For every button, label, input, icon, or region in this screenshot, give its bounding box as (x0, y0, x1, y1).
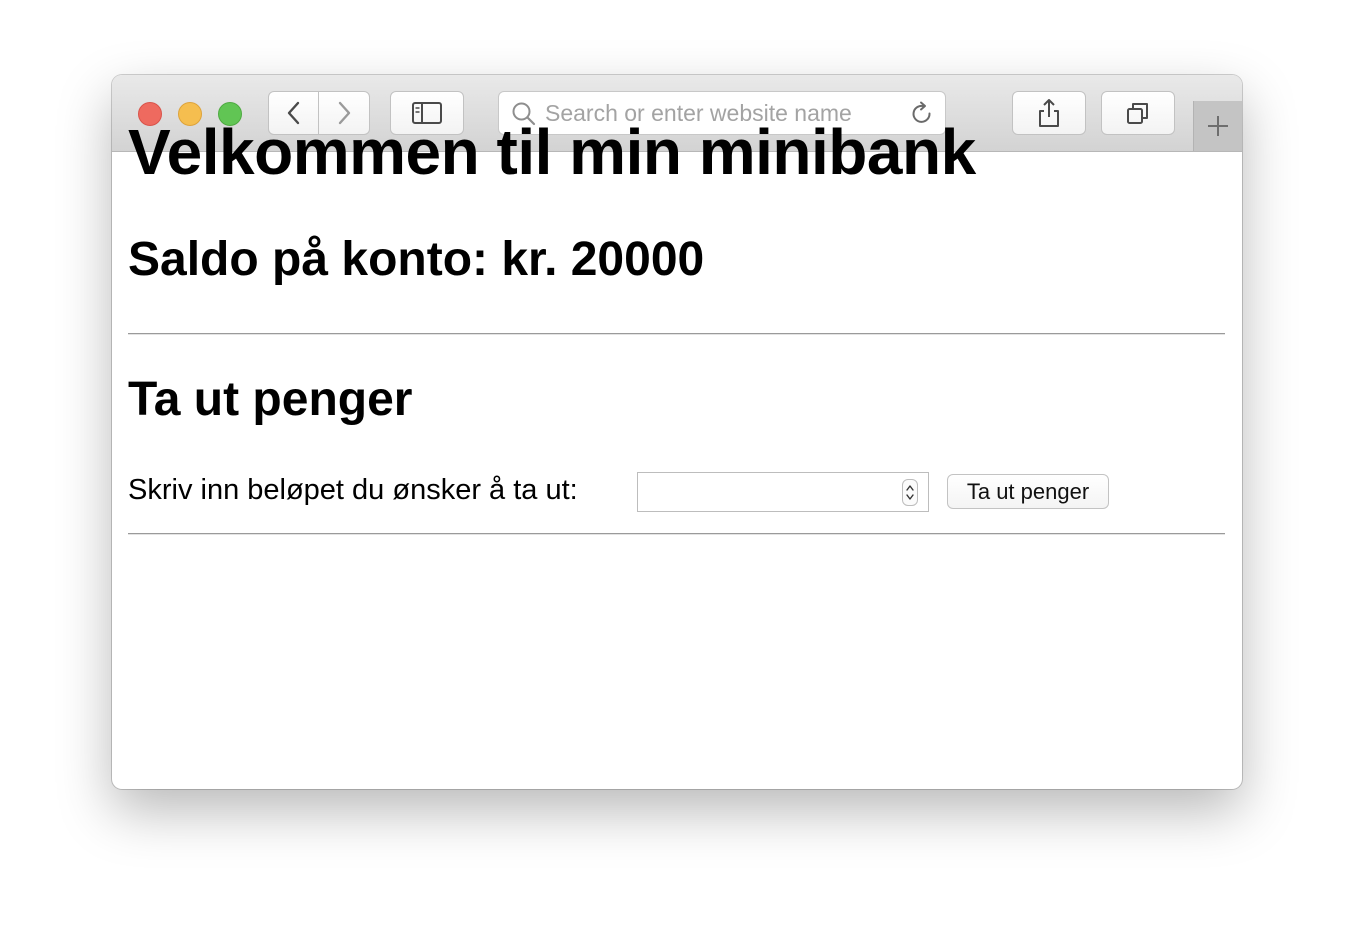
amount-field[interactable] (637, 472, 929, 512)
page-content: Velkommen til min minibank Saldo på kont… (112, 0, 1242, 789)
stepper-arrows-icon (906, 485, 914, 500)
divider (128, 533, 1225, 535)
page-title: Velkommen til min minibank (128, 116, 976, 188)
balance-heading: Saldo på konto: kr. 20000 (128, 233, 705, 286)
withdraw-button[interactable]: Ta ut penger (947, 474, 1109, 509)
amount-label: Skriv inn beløpet du ønsker å ta ut: (128, 474, 578, 506)
divider (128, 333, 1225, 335)
withdraw-heading: Ta ut penger (128, 373, 413, 426)
amount-input[interactable] (642, 477, 896, 509)
amount-stepper[interactable] (902, 479, 918, 506)
